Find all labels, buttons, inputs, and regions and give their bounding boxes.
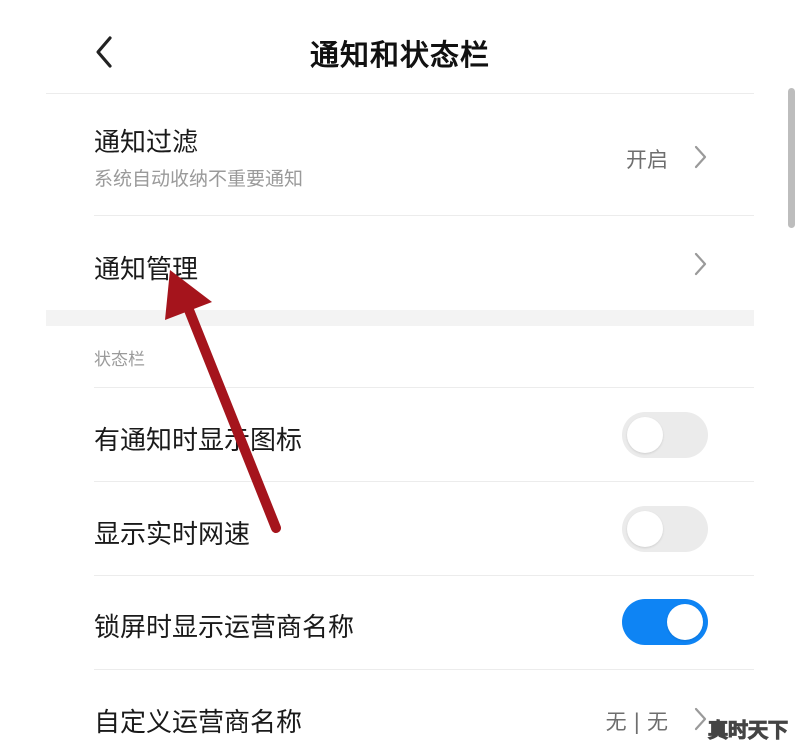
chevron-right-icon xyxy=(694,145,707,169)
chevron-right-icon xyxy=(694,252,707,276)
notification-management-row[interactable]: 通知管理 xyxy=(0,216,800,310)
custom-carrier-name-value: 无 | 无 xyxy=(605,710,668,734)
page-title: 通知和状态栏 xyxy=(309,38,490,72)
toggle-knob xyxy=(667,604,703,640)
notification-filter-subtitle: 系统自动收纳不重要通知 xyxy=(94,168,304,190)
show-network-speed-row: 显示实时网速 xyxy=(0,482,800,575)
setting-label: 显示实时网速 xyxy=(94,520,251,550)
chevron-right-icon xyxy=(694,707,707,731)
notification-filter-title: 通知过滤 xyxy=(94,128,199,158)
watermark: 真时天下 xyxy=(708,718,789,743)
network-speed-toggle[interactable] xyxy=(622,506,708,552)
show-icon-toggle[interactable] xyxy=(622,412,708,458)
setting-label: 有通知时显示图标 xyxy=(94,426,303,456)
section-gap xyxy=(46,310,754,326)
notification-filter-row[interactable]: 通知过滤 系统自动收纳不重要通知 开启 xyxy=(0,100,800,215)
header-bar: 通知和状态栏 xyxy=(0,0,800,94)
header-divider xyxy=(46,93,754,94)
notification-filter-value: 开启 xyxy=(626,148,668,172)
notification-management-title: 通知管理 xyxy=(94,255,199,285)
custom-carrier-name-label: 自定义运营商名称 xyxy=(94,708,303,738)
setting-label: 锁屏时显示运营商名称 xyxy=(94,613,355,643)
scrollbar[interactable] xyxy=(788,88,795,228)
toggle-knob xyxy=(627,417,663,453)
custom-carrier-name-row[interactable]: 自定义运营商名称 无 | 无 xyxy=(0,670,800,747)
lockscreen-carrier-name-row: 锁屏时显示运营商名称 xyxy=(0,576,800,669)
toggle-knob xyxy=(627,511,663,547)
show-icon-on-notification-row: 有通知时显示图标 xyxy=(0,388,800,481)
section-label-status-bar: 状态栏 xyxy=(94,350,145,370)
carrier-name-toggle[interactable] xyxy=(622,599,708,645)
